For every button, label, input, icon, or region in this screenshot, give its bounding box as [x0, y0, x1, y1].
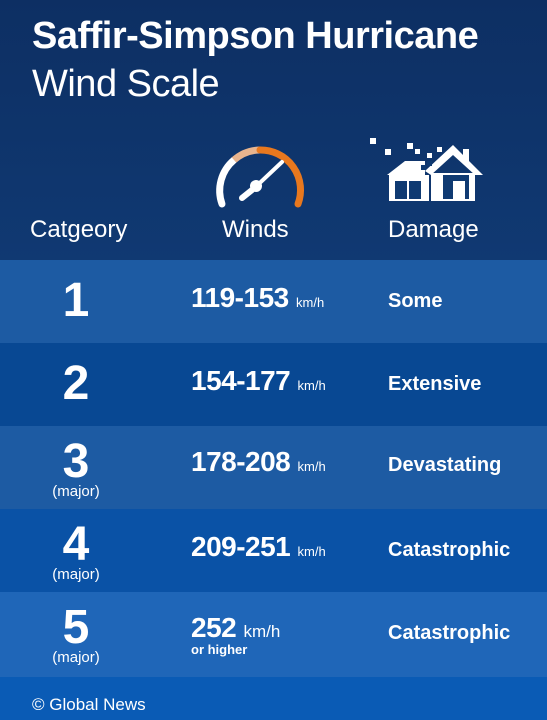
damage-level: Extensive: [388, 373, 482, 395]
category-number: 3: [62, 435, 90, 488]
category-note: (major): [52, 649, 100, 666]
speedometer-icon: [216, 146, 305, 208]
category-number: 1: [62, 274, 90, 327]
wind-extra: or higher: [191, 642, 248, 657]
wind-speed: 209-251 km/h: [191, 531, 326, 568]
wind-unit: km/h: [243, 622, 281, 641]
table-row: 4 (major) 209-251 km/h Catastrophic: [0, 509, 547, 592]
title-line-2: Wind Scale: [32, 63, 220, 105]
wind-unit: km/h: [296, 295, 325, 310]
damage-level: Catastrophic: [388, 539, 511, 561]
wind-unit: km/h: [297, 378, 326, 393]
wind-range: 178-208: [191, 446, 291, 477]
category-number: 4: [62, 518, 90, 571]
table-row: 5 (major) 252 km/h or higher Catastrophi…: [0, 592, 547, 677]
table-row: 2 154-177 km/h Extensive: [0, 343, 547, 426]
category-note: (major): [52, 483, 100, 500]
header-damage: Damage: [388, 216, 479, 243]
wind-speed: 178-208 km/h: [191, 446, 326, 483]
header-category: Catgeory: [30, 216, 128, 243]
category-number: 2: [62, 357, 90, 410]
table-row: 3 (major) 178-208 km/h Devastating: [0, 426, 547, 509]
damaged-house-icon: [370, 138, 483, 201]
header-winds: Winds: [222, 216, 289, 243]
category-note: (major): [52, 566, 100, 583]
wind-unit: km/h: [297, 544, 326, 559]
wind-range: 209-251: [191, 531, 291, 562]
wind-range: 154-177: [191, 365, 291, 396]
wind-unit: km/h: [297, 459, 326, 474]
footer: © Global News: [0, 677, 547, 720]
wind-range: 252: [191, 612, 237, 643]
copyright-credit: © Global News: [32, 695, 146, 714]
wind-speed: 119-153 km/h: [191, 282, 324, 319]
page-title: Saffir-Simpson Hurricane Wind Scale: [32, 12, 479, 108]
table-row: 1 119-153 km/h Some: [0, 260, 547, 343]
damage-level: Devastating: [388, 454, 502, 476]
category-number: 5: [62, 601, 90, 654]
damage-level: Catastrophic: [388, 622, 511, 644]
wind-range: 119-153: [191, 282, 289, 313]
wind-speed: 154-177 km/h: [191, 365, 326, 402]
title-line-1: Saffir-Simpson Hurricane: [32, 15, 479, 57]
damage-level: Some: [388, 290, 443, 312]
